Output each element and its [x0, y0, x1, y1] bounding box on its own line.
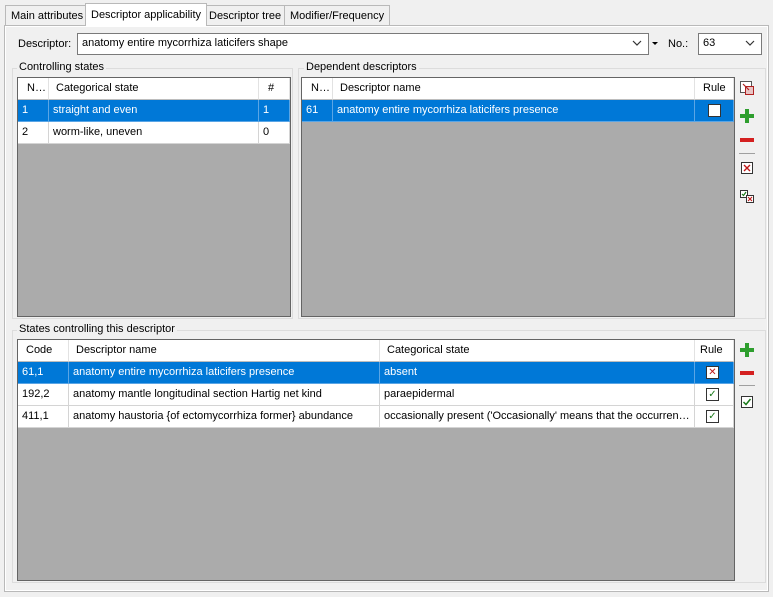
table-row[interactable]: 411,1 anatomy haustoria {of ectomycorrhi… — [18, 406, 734, 428]
cell-descriptor-name: anatomy entire mycorrhiza laticifers pre… — [333, 100, 695, 122]
column-header-rule[interactable]: Rule — [695, 78, 734, 100]
cell-code: 192,2 — [18, 384, 69, 406]
cell-code: 411,1 — [18, 406, 69, 428]
remove-icon[interactable] — [738, 131, 756, 149]
cell-descriptor-name: anatomy entire mycorrhiza laticifers pre… — [69, 362, 380, 384]
column-header-code[interactable]: Code — [18, 340, 69, 362]
grid-header: No. Categorical state # — [18, 78, 290, 100]
cell-state: worm-like, uneven — [49, 122, 259, 144]
cell-count: 1 — [259, 100, 290, 122]
rule-checkbox[interactable]: ✓ — [708, 104, 721, 117]
cell-count: 0 — [259, 122, 290, 144]
grid-header: Code Descriptor name Categorical state R… — [18, 340, 734, 362]
cell-no: 61 — [302, 100, 333, 122]
tab-main-attributes[interactable]: Main attributes — [5, 5, 90, 25]
states-controlling-grid[interactable]: Code Descriptor name Categorical state R… — [17, 339, 735, 581]
cell-no: 2 — [18, 122, 49, 144]
tab-panel: Descriptor: anatomy entire mycorrhiza la… — [4, 25, 769, 592]
column-header-descriptor-name[interactable]: Descriptor name — [69, 340, 380, 362]
descriptor-no-value: 63 — [703, 37, 716, 49]
cell-categorical-state: paraepidermal — [380, 384, 695, 406]
dependent-descriptors-title: Dependent descriptors — [304, 61, 419, 73]
grid-header: No. Descriptor name Rule — [302, 78, 734, 100]
switch-rule-icon[interactable] — [738, 187, 756, 205]
table-row[interactable]: 1 straight and even 1 — [18, 100, 290, 122]
cell-code: 61,1 — [18, 362, 69, 384]
cell-rule: ✕ — [695, 362, 734, 384]
descriptor-select-value: anatomy entire mycorrhiza laticifers sha… — [82, 37, 289, 49]
check-rule-icon[interactable] — [738, 393, 756, 411]
tab-modifier-frequency[interactable]: Modifier/Frequency — [284, 5, 391, 25]
rule-checkbox[interactable]: ✓ — [706, 388, 719, 401]
column-header-categorical-state[interactable]: Categorical state — [380, 340, 695, 362]
clear-rule-icon[interactable] — [738, 159, 756, 177]
rule-checkbox[interactable]: ✕ — [706, 366, 719, 379]
tab-descriptor-applicability[interactable]: Descriptor applicability — [85, 3, 208, 26]
table-row[interactable]: 61 anatomy entire mycorrhiza laticifers … — [302, 100, 734, 122]
descriptor-no-label: No.: — [668, 38, 689, 50]
column-header-rule[interactable]: Rule — [695, 340, 734, 362]
cell-rule: ✓ — [695, 100, 734, 122]
split-dropdown-icon[interactable] — [651, 41, 659, 47]
table-row[interactable]: 61,1 anatomy entire mycorrhiza laticifer… — [18, 362, 734, 384]
states-controlling-title: States controlling this descriptor — [17, 323, 177, 335]
column-header-count[interactable]: # — [259, 78, 290, 100]
column-header-no[interactable]: No. — [302, 78, 333, 100]
column-header-no[interactable]: No. — [18, 78, 49, 100]
add-icon[interactable] — [738, 107, 756, 125]
rule-checkbox[interactable]: ✓ — [706, 410, 719, 423]
dependent-descriptors-grid[interactable]: No. Descriptor name Rule 61 anatomy enti… — [301, 77, 735, 317]
link-icon[interactable] — [738, 79, 756, 97]
controlling-states-title: Controlling states — [17, 61, 106, 73]
cell-rule: ✓ — [695, 384, 734, 406]
cell-rule: ✓ — [695, 406, 734, 428]
cell-descriptor-name: anatomy mantle longitudinal section Hart… — [69, 384, 380, 406]
toolbar-separator — [739, 153, 755, 154]
cell-no: 1 — [18, 100, 49, 122]
descriptor-select[interactable]: anatomy entire mycorrhiza laticifers sha… — [77, 33, 649, 55]
add-icon[interactable] — [738, 341, 756, 359]
column-header-descriptor-name[interactable]: Descriptor name — [333, 78, 695, 100]
chevron-down-icon — [632, 40, 642, 46]
controlling-states-grid[interactable]: No. Categorical state # 1 straight and e… — [17, 77, 291, 317]
cell-categorical-state: absent — [380, 362, 695, 384]
table-row[interactable]: 2 worm-like, uneven 0 — [18, 122, 290, 144]
cell-categorical-state: occasionally present ('Occasionally' mea… — [380, 406, 695, 428]
toolbar-separator — [739, 385, 755, 386]
column-header-categorical-state[interactable]: Categorical state — [49, 78, 259, 100]
table-row[interactable]: 192,2 anatomy mantle longitudinal sectio… — [18, 384, 734, 406]
descriptor-no-select[interactable]: 63 — [698, 33, 762, 55]
chevron-down-icon — [745, 40, 755, 46]
cell-state: straight and even — [49, 100, 259, 122]
cell-descriptor-name: anatomy haustoria {of ectomycorrhiza for… — [69, 406, 380, 428]
tab-descriptor-tree[interactable]: Descriptor tree — [203, 5, 288, 25]
remove-icon[interactable] — [738, 364, 756, 382]
descriptor-label: Descriptor: — [18, 38, 72, 50]
